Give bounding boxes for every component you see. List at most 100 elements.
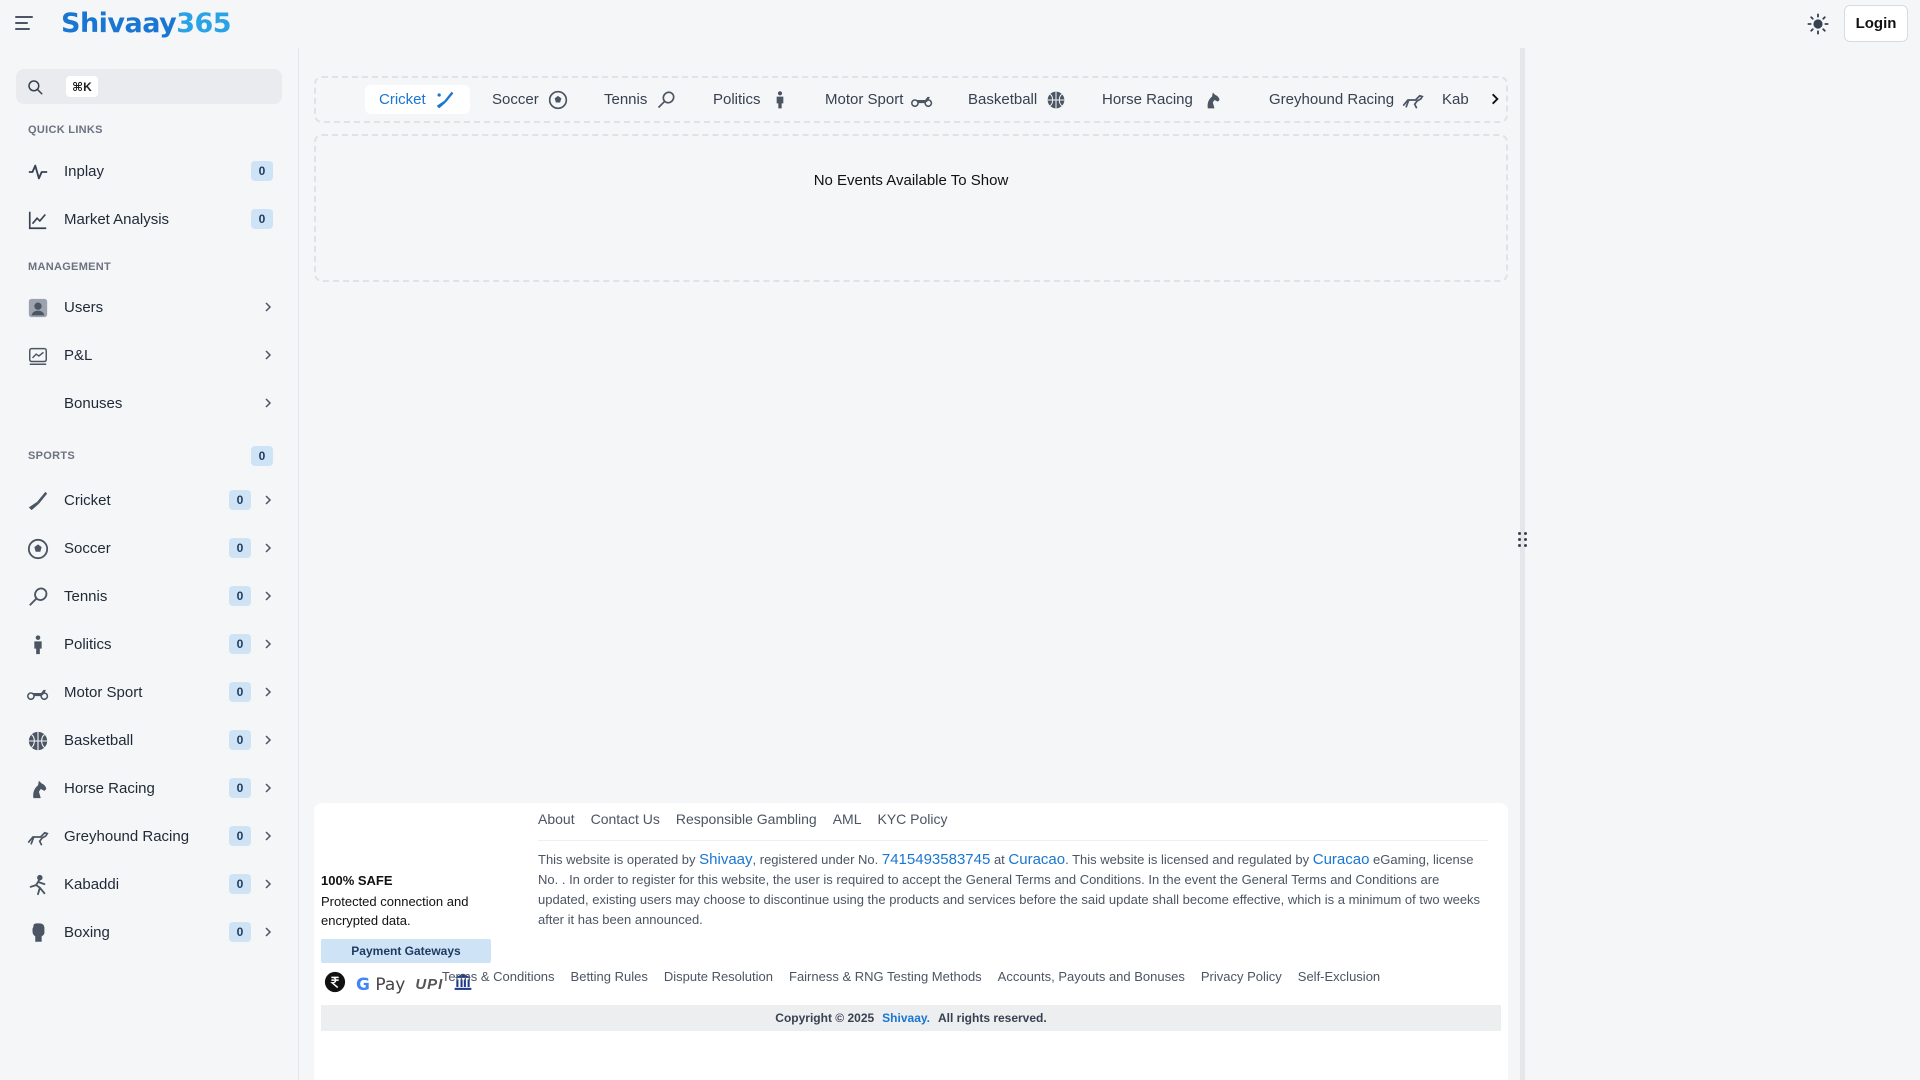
kabaddi-icon [27, 874, 49, 896]
theme-toggle-sun-icon[interactable] [1806, 12, 1830, 36]
site-logo[interactable]: Shivaay365 [61, 8, 232, 39]
tab-label: Motor Sport [825, 91, 904, 108]
sports-tab-bar: Cricket Soccer Tennis Politics Motor Spo… [314, 76, 1508, 123]
footer-top-links: About Contact Us Responsible Gambling AM… [538, 811, 1488, 841]
soccer-ball-icon [547, 89, 569, 111]
sidebar-item-market-analysis[interactable]: Market Analysis 0 [16, 199, 282, 239]
sidebar-item-label: Market Analysis [64, 210, 170, 228]
footer-link-privacy-policy[interactable]: Privacy Policy [1201, 969, 1282, 984]
count-badge: 0 [229, 538, 251, 558]
sidebar-item-soccer[interactable]: Soccer 0 [16, 528, 282, 568]
count-badge: 0 [229, 874, 251, 894]
sidebar-item-motor-sport[interactable]: Motor Sport 0 [16, 672, 282, 712]
tab-politics[interactable]: Politics [713, 85, 791, 114]
chevron-right-icon [265, 350, 272, 360]
footer-link-dispute-resolution[interactable]: Dispute Resolution [664, 969, 773, 984]
count-badge: 0 [229, 682, 251, 702]
sidebar-item-pnl[interactable]: P&L [16, 335, 282, 375]
sidebar-item-label: Cricket [64, 491, 111, 509]
tab-motor-sport[interactable]: Motor Sport [825, 85, 933, 114]
sidebar-item-greyhound-racing[interactable]: Greyhound Racing 0 [16, 816, 282, 856]
chevron-right-icon [265, 543, 272, 553]
pnl-icon [27, 345, 49, 367]
sidebar-item-inplay[interactable]: Inplay 0 [16, 151, 282, 191]
footer-link-about[interactable]: About [538, 811, 575, 827]
tabs-scroll-right-icon[interactable] [1488, 92, 1502, 106]
chevron-right-icon [265, 398, 272, 408]
footer-link-accounts-payouts[interactable]: Accounts, Payouts and Bonuses [998, 969, 1185, 984]
footer-link-kyc-policy[interactable]: KYC Policy [878, 811, 948, 827]
basketball-icon [1045, 89, 1067, 111]
basketball-icon [27, 730, 49, 752]
copyright-suffix: All rights reserved. [937, 1011, 1047, 1025]
motorbike-icon [27, 682, 49, 704]
drag-handle-icon[interactable] [1518, 532, 1527, 548]
license-part: , registered under No. [752, 852, 882, 867]
footer: About Contact Us Responsible Gambling AM… [314, 803, 1508, 1080]
chevron-right-icon [265, 927, 272, 937]
chevron-right-icon [265, 591, 272, 601]
sidebar-item-users[interactable]: Users [16, 287, 282, 327]
chevron-right-icon [265, 639, 272, 649]
tab-soccer[interactable]: Soccer [492, 85, 569, 114]
no-events-message: No Events Available To Show [813, 172, 1009, 189]
tab-cricket[interactable]: Cricket [365, 85, 470, 114]
footer-link-fairness[interactable]: Fairness & RNG Testing Methods [789, 969, 982, 984]
sidebar-item-label: Kabaddi [64, 875, 120, 893]
panel-splitter[interactable] [1520, 48, 1525, 1080]
payment-gateways-label: Payment Gateways [321, 939, 491, 963]
footer-link-terms[interactable]: Terms & Conditions [442, 969, 555, 984]
chevron-right-icon [265, 687, 272, 697]
sidebar-item-tennis[interactable]: Tennis 0 [16, 576, 282, 616]
login-button[interactable]: Login [1844, 5, 1908, 42]
sidebar-item-label: Soccer [64, 539, 111, 557]
menu-toggle-icon[interactable] [15, 16, 33, 30]
search-input[interactable]: ⌘K [16, 69, 282, 104]
footer-link-aml[interactable]: AML [833, 811, 862, 827]
license-part: This website is operated by [538, 852, 700, 867]
license-part: . This website is licensed and regulated… [1065, 852, 1313, 867]
sidebar-item-politics[interactable]: Politics 0 [16, 624, 282, 664]
copyright-brand-link[interactable]: Shivaay. [882, 1011, 930, 1025]
footer-bottom-links: Terms & Conditions Betting Rules Dispute… [314, 969, 1508, 984]
count-badge: 0 [229, 634, 251, 654]
sidebar-item-label: Horse Racing [64, 779, 155, 797]
greyhound-icon [27, 826, 49, 848]
count-badge: 0 [251, 161, 273, 181]
footer-link-contact-us[interactable]: Contact Us [591, 811, 660, 827]
tab-horse-racing[interactable]: Horse Racing [1102, 85, 1223, 114]
management-heading: MANAGEMENT [28, 261, 112, 273]
regulator-link[interactable]: Curacao [1313, 851, 1370, 868]
top-header: Shivaay365 Login [0, 0, 1920, 48]
tennis-racket-icon [655, 89, 677, 111]
politics-icon [27, 634, 49, 656]
pulse-icon [27, 161, 49, 183]
sidebar-item-cricket[interactable]: Cricket 0 [16, 480, 282, 520]
tab-greyhound-racing[interactable]: Greyhound Racing [1269, 85, 1424, 114]
sidebar-item-boxing[interactable]: Boxing 0 [16, 912, 282, 952]
registration-number-link[interactable]: 7415493583745 [882, 851, 990, 868]
license-text: This website is operated by Shivaay, reg… [538, 850, 1488, 930]
line-chart-icon [27, 209, 49, 231]
sidebar-item-kabaddi[interactable]: Kabaddi 0 [16, 864, 282, 904]
count-badge: 0 [229, 586, 251, 606]
tab-tennis[interactable]: Tennis [604, 85, 677, 114]
license-part: at [990, 852, 1009, 867]
count-badge: 0 [229, 826, 251, 846]
operator-link[interactable]: Shivaay [699, 851, 752, 868]
footer-link-betting-rules[interactable]: Betting Rules [571, 969, 648, 984]
tab-label: Greyhound Racing [1269, 91, 1395, 108]
count-badge: 0 [229, 778, 251, 798]
sidebar-item-bonuses[interactable]: Bonuses [16, 383, 282, 423]
sidebar-item-horse-racing[interactable]: Horse Racing 0 [16, 768, 282, 808]
jurisdiction-link[interactable]: Curacao [1008, 851, 1065, 868]
count-badge: 0 [229, 490, 251, 510]
search-shortcut: ⌘K [66, 76, 98, 97]
footer-link-responsible-gambling[interactable]: Responsible Gambling [676, 811, 817, 827]
sidebar-item-basketball[interactable]: Basketball 0 [16, 720, 282, 760]
tab-kabaddi[interactable]: Kab [1442, 85, 1469, 114]
footer-link-self-exclusion[interactable]: Self-Exclusion [1298, 969, 1380, 984]
count-badge: 0 [251, 209, 273, 229]
tab-basketball[interactable]: Basketball [968, 85, 1067, 114]
safe-description: Protected connection and encrypted data. [321, 894, 469, 928]
